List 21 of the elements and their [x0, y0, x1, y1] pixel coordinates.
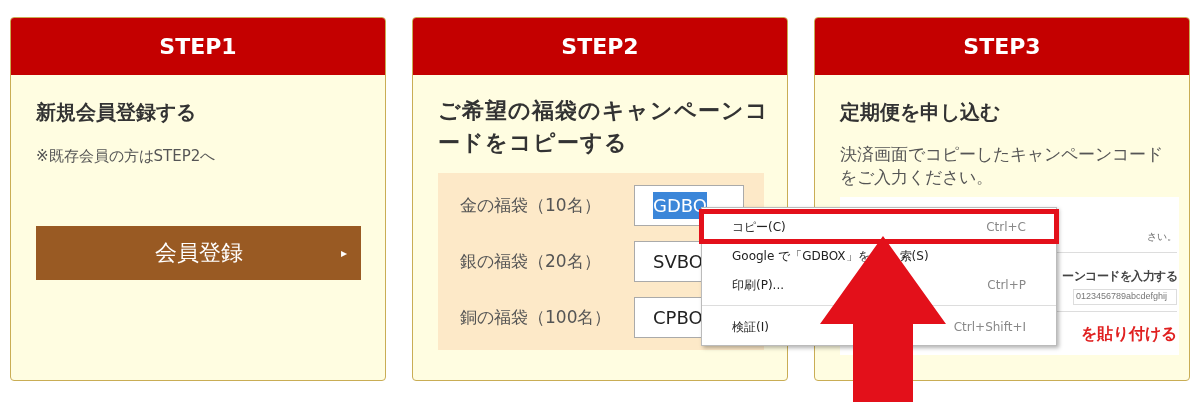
step-title: 新規会員登録する [36, 99, 197, 126]
menu-shortcut: Ctrl+C [986, 218, 1026, 236]
prize-label: 銅の福袋（100名） [460, 305, 613, 329]
code-text: CPBO [653, 306, 703, 330]
step-header: STEP1 [11, 18, 385, 75]
register-button[interactable]: 会員登録 ▸ [36, 225, 361, 280]
prize-label: 金の福袋（10名） [460, 193, 602, 217]
prize-label: 銀の福袋（20名） [460, 249, 602, 273]
code-text: SVBO [653, 250, 703, 274]
menu-shortcut: Ctrl+P [987, 276, 1026, 294]
step-note: ※既存会員の方はSTEP2へ [36, 146, 217, 167]
step-header: STEP2 [413, 18, 787, 75]
step-header: STEP3 [815, 18, 1189, 75]
field-label: ーンコードを入力する [1062, 268, 1177, 285]
menu-label: 索(S) [899, 247, 929, 265]
paste-caption: を貼り付ける [1081, 322, 1177, 345]
step-text: 決済画面でコピーしたキャンペーンコードをご入力ください。 [840, 143, 1164, 189]
menu-shortcut: Ctrl+Shift+I [953, 318, 1026, 336]
notice-text: さい。 [1147, 230, 1177, 244]
step-title: 定期便を申し込む [840, 99, 1001, 126]
step-title: ご希望の福袋のキャンペーンコードをコピーする [438, 97, 770, 157]
